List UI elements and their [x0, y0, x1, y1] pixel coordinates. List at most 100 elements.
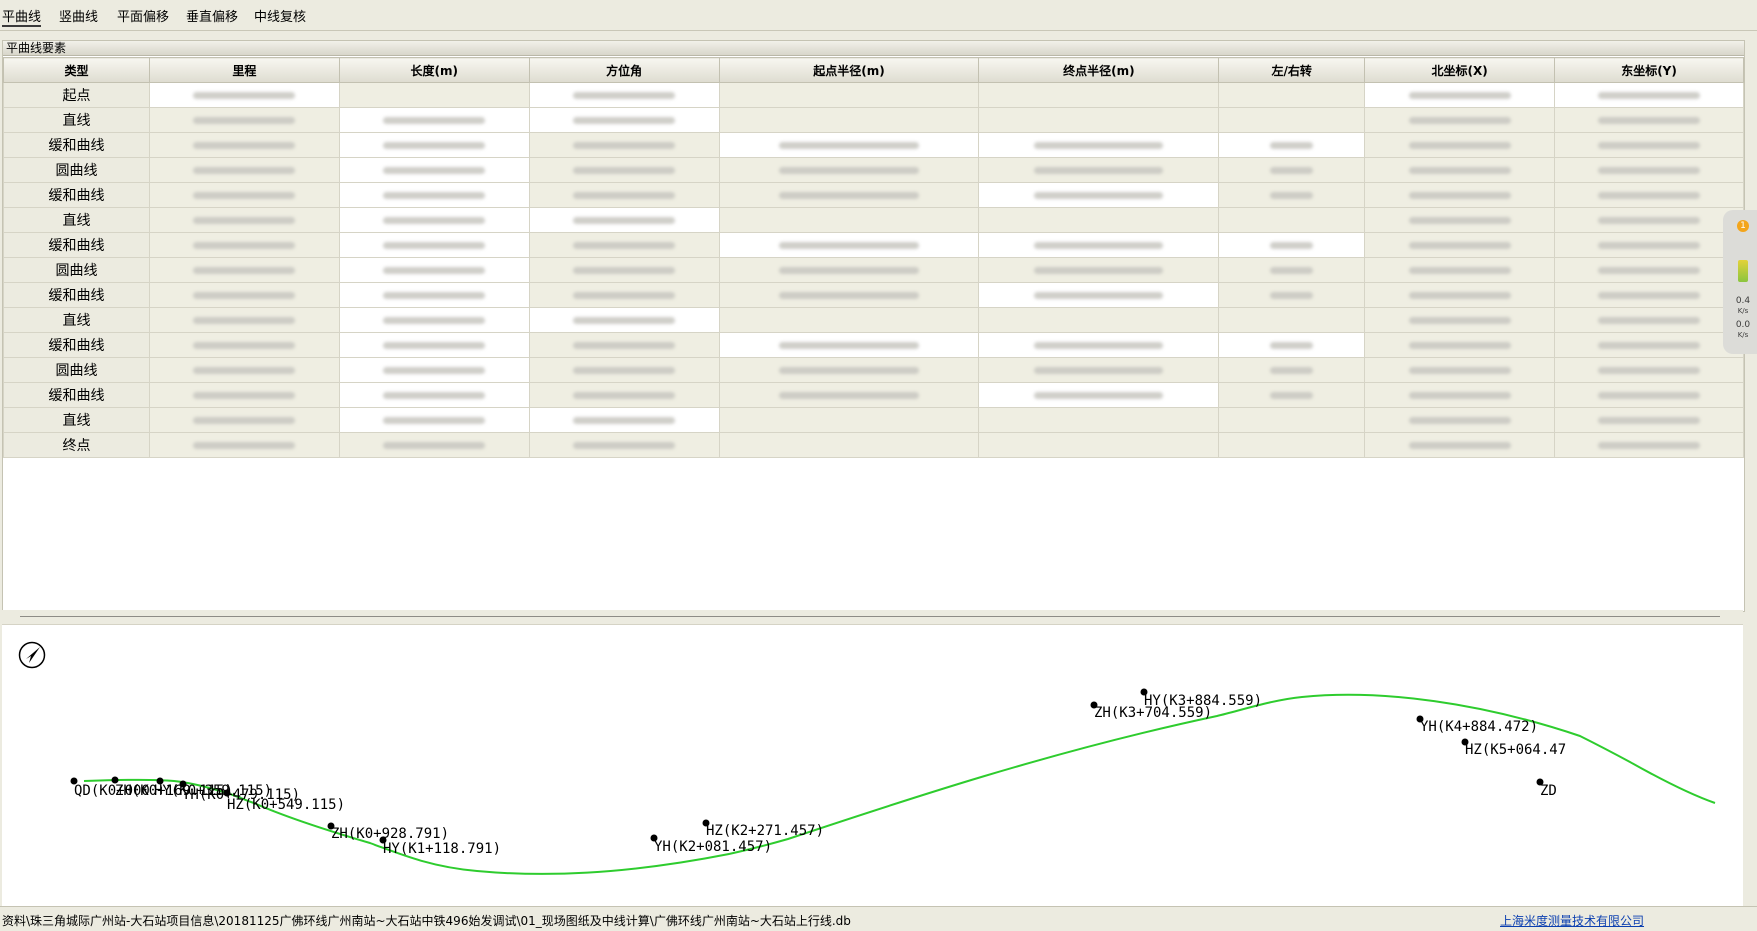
- redacted-cell[interactable]: [148, 82, 340, 108]
- row-type-cell[interactable]: 直线: [3, 107, 150, 133]
- redacted-cell[interactable]: [718, 232, 980, 258]
- redacted-cell[interactable]: [1218, 157, 1366, 183]
- redacted-cell[interactable]: [718, 432, 980, 458]
- redacted-cell[interactable]: [1218, 257, 1366, 283]
- redacted-cell[interactable]: [148, 107, 340, 133]
- redacted-cell[interactable]: [1364, 357, 1556, 383]
- table-row[interactable]: 缓和曲线: [3, 182, 1744, 208]
- redacted-cell[interactable]: [1364, 257, 1556, 283]
- redacted-cell[interactable]: [1218, 82, 1366, 108]
- redacted-cell[interactable]: [148, 432, 340, 458]
- redacted-cell[interactable]: [978, 332, 1220, 358]
- redacted-cell[interactable]: [338, 357, 530, 383]
- row-type-cell[interactable]: 直线: [3, 407, 150, 433]
- redacted-cell[interactable]: [1554, 432, 1744, 458]
- redacted-cell[interactable]: [1218, 432, 1366, 458]
- row-type-cell[interactable]: 缓和曲线: [3, 282, 150, 308]
- col-header-east-y[interactable]: 东坐标(Y): [1554, 57, 1744, 83]
- redacted-cell[interactable]: [978, 307, 1220, 333]
- row-type-cell[interactable]: 终点: [3, 432, 150, 458]
- redacted-cell[interactable]: [978, 132, 1220, 158]
- redacted-cell[interactable]: [338, 132, 530, 158]
- redacted-cell[interactable]: [148, 357, 340, 383]
- redacted-cell[interactable]: [1554, 82, 1744, 108]
- redacted-cell[interactable]: [718, 332, 980, 358]
- row-type-cell[interactable]: 圆曲线: [3, 257, 150, 283]
- redacted-cell[interactable]: [338, 207, 530, 233]
- row-type-cell[interactable]: 缓和曲线: [3, 132, 150, 158]
- redacted-cell[interactable]: [338, 107, 530, 133]
- redacted-cell[interactable]: [1554, 257, 1744, 283]
- redacted-cell[interactable]: [718, 382, 980, 408]
- tab-plane-offset[interactable]: 平面偏移: [117, 6, 169, 25]
- redacted-cell[interactable]: [528, 307, 720, 333]
- redacted-cell[interactable]: [1554, 107, 1744, 133]
- redacted-cell[interactable]: [338, 257, 530, 283]
- table-row[interactable]: 圆曲线: [3, 257, 1744, 283]
- redacted-cell[interactable]: [148, 332, 340, 358]
- redacted-cell[interactable]: [338, 182, 530, 208]
- redacted-cell[interactable]: [1364, 82, 1556, 108]
- redacted-cell[interactable]: [528, 382, 720, 408]
- table-row[interactable]: 起点: [3, 82, 1744, 108]
- redacted-cell[interactable]: [338, 332, 530, 358]
- redacted-cell[interactable]: [978, 82, 1220, 108]
- redacted-cell[interactable]: [148, 407, 340, 433]
- redacted-cell[interactable]: [1364, 382, 1556, 408]
- redacted-cell[interactable]: [718, 157, 980, 183]
- redacted-cell[interactable]: [1554, 207, 1744, 233]
- redacted-cell[interactable]: [338, 407, 530, 433]
- redacted-cell[interactable]: [718, 182, 980, 208]
- row-type-cell[interactable]: 圆曲线: [3, 357, 150, 383]
- col-header-length[interactable]: 长度(m): [338, 57, 530, 83]
- redacted-cell[interactable]: [1364, 157, 1556, 183]
- row-type-cell[interactable]: 起点: [3, 82, 150, 108]
- row-type-cell[interactable]: 直线: [3, 207, 150, 233]
- table-row[interactable]: 终点: [3, 432, 1744, 458]
- redacted-cell[interactable]: [528, 207, 720, 233]
- redacted-cell[interactable]: [1218, 407, 1366, 433]
- redacted-cell[interactable]: [528, 357, 720, 383]
- redacted-cell[interactable]: [528, 107, 720, 133]
- redacted-cell[interactable]: [1218, 207, 1366, 233]
- redacted-cell[interactable]: [978, 382, 1220, 408]
- redacted-cell[interactable]: [148, 132, 340, 158]
- redacted-cell[interactable]: [528, 82, 720, 108]
- redacted-cell[interactable]: [718, 207, 980, 233]
- table-row[interactable]: 直线: [3, 307, 1744, 333]
- redacted-cell[interactable]: [1364, 407, 1556, 433]
- redacted-cell[interactable]: [148, 257, 340, 283]
- redacted-cell[interactable]: [148, 282, 340, 308]
- redacted-cell[interactable]: [338, 232, 530, 258]
- redacted-cell[interactable]: [978, 157, 1220, 183]
- row-type-cell[interactable]: 缓和曲线: [3, 182, 150, 208]
- col-header-azimuth[interactable]: 方位角: [528, 57, 720, 83]
- table-row[interactable]: 圆曲线: [3, 157, 1744, 183]
- redacted-cell[interactable]: [338, 432, 530, 458]
- redacted-cell[interactable]: [1364, 307, 1556, 333]
- redacted-cell[interactable]: [1218, 382, 1366, 408]
- redacted-cell[interactable]: [978, 232, 1220, 258]
- redacted-cell[interactable]: [338, 382, 530, 408]
- redacted-cell[interactable]: [528, 182, 720, 208]
- table-row[interactable]: 缓和曲线: [3, 282, 1744, 308]
- redacted-cell[interactable]: [1364, 132, 1556, 158]
- redacted-cell[interactable]: [1554, 357, 1744, 383]
- redacted-cell[interactable]: [978, 207, 1220, 233]
- redacted-cell[interactable]: [148, 382, 340, 408]
- redacted-cell[interactable]: [718, 107, 980, 133]
- redacted-cell[interactable]: [1554, 282, 1744, 308]
- row-type-cell[interactable]: 缓和曲线: [3, 232, 150, 258]
- redacted-cell[interactable]: [1554, 382, 1744, 408]
- table-row[interactable]: 缓和曲线: [3, 382, 1744, 408]
- redacted-cell[interactable]: [148, 157, 340, 183]
- table-row[interactable]: 缓和曲线: [3, 132, 1744, 158]
- redacted-cell[interactable]: [528, 282, 720, 308]
- redacted-cell[interactable]: [978, 357, 1220, 383]
- row-type-cell[interactable]: 圆曲线: [3, 157, 150, 183]
- tab-horizontal-curve[interactable]: 平曲线: [2, 6, 42, 27]
- table-row[interactable]: 圆曲线: [3, 357, 1744, 383]
- redacted-cell[interactable]: [528, 257, 720, 283]
- redacted-cell[interactable]: [1554, 407, 1744, 433]
- table-row[interactable]: 直线: [3, 407, 1744, 433]
